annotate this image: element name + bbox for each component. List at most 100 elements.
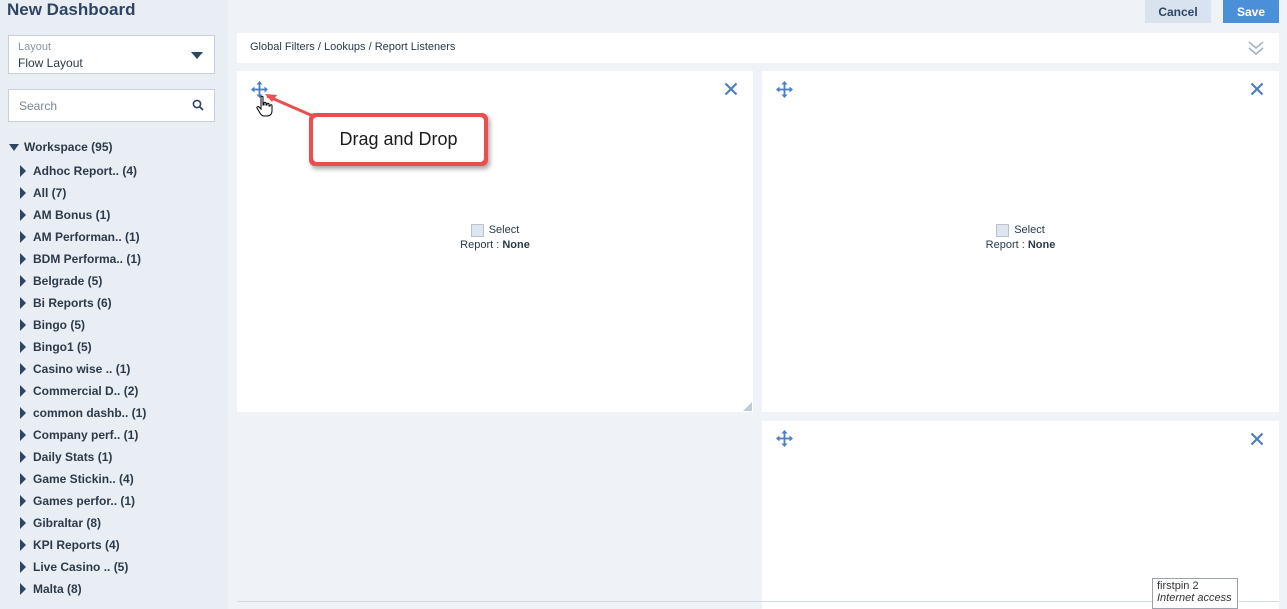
workspace-tree: Workspace (95) Adhoc Report.. (4) All (7)… bbox=[9, 138, 224, 600]
caret-right-icon[interactable] bbox=[20, 517, 26, 529]
report-value: None bbox=[1027, 239, 1056, 251]
tree-item[interactable]: Game Stickin.. (4) bbox=[9, 468, 224, 490]
tree-item-label: Bingo (5) bbox=[33, 318, 85, 332]
search-box bbox=[8, 89, 215, 122]
caret-right-icon[interactable] bbox=[20, 297, 26, 309]
select-checkbox[interactable] bbox=[470, 223, 484, 237]
tree-item[interactable]: Gibraltar (8) bbox=[9, 512, 224, 534]
layout-select-label: Layout bbox=[18, 41, 52, 53]
tree-item-label: Game Stickin.. (4) bbox=[33, 472, 134, 486]
caret-right-icon[interactable] bbox=[20, 561, 26, 573]
tree-item[interactable]: AM Performan.. (1) bbox=[9, 226, 224, 248]
save-button[interactable]: Save bbox=[1223, 0, 1279, 23]
move-icon[interactable] bbox=[776, 81, 793, 98]
pointer-cursor-icon bbox=[256, 95, 273, 117]
caret-right-icon[interactable] bbox=[20, 165, 26, 177]
tree-root-workspace[interactable]: Workspace (95) bbox=[9, 138, 224, 156]
tree-item-label: Adhoc Report.. (4) bbox=[33, 164, 137, 178]
tree-item[interactable]: Bingo1 (5) bbox=[9, 336, 224, 358]
layout-select-value: Flow Layout bbox=[18, 56, 83, 70]
caret-right-icon[interactable] bbox=[20, 363, 26, 375]
tree-item-label: KPI Reports (4) bbox=[33, 538, 120, 552]
tree-item-label: Casino wise .. (1) bbox=[33, 362, 131, 376]
select-label: Select bbox=[1014, 224, 1045, 236]
tree-item-label: BDM Performa.. (1) bbox=[33, 252, 142, 266]
tree-item[interactable]: Malta (8) bbox=[9, 578, 224, 600]
report-value: None bbox=[502, 239, 530, 251]
caret-right-icon[interactable] bbox=[20, 385, 26, 397]
tree-item-label: Bi Reports (6) bbox=[33, 296, 112, 310]
caret-right-icon[interactable] bbox=[20, 429, 26, 441]
sidebar: New Dashboard Layout Flow Layout Workspa… bbox=[0, 0, 228, 609]
search-icon[interactable] bbox=[192, 99, 204, 111]
tree-root-label: Workspace (95) bbox=[24, 140, 113, 154]
caret-right-icon[interactable] bbox=[20, 253, 26, 265]
tree-item-label: Games perfor.. (1) bbox=[33, 494, 136, 508]
tree-item[interactable]: Live Casino .. (5) bbox=[9, 556, 224, 578]
tree-item[interactable]: AM Bonus (1) bbox=[9, 204, 224, 226]
tree-item[interactable]: Casino wise .. (1) bbox=[9, 358, 224, 380]
close-icon[interactable] bbox=[1250, 82, 1264, 96]
network-tooltip: firstpin 2 Internet access bbox=[1152, 578, 1238, 609]
page-title: New Dashboard bbox=[7, 0, 136, 19]
tree-item[interactable]: Commercial D.. (2) bbox=[9, 380, 224, 402]
global-filters-text: Global Filters / Lookups / Report Listen… bbox=[250, 41, 456, 53]
select-label: Select bbox=[488, 224, 520, 236]
tree-item[interactable]: BDM Performa.. (1) bbox=[9, 248, 224, 270]
cancel-button[interactable]: Cancel bbox=[1145, 0, 1211, 23]
tooltip-line-1: firstpin 2 bbox=[1157, 580, 1199, 592]
caret-right-icon[interactable] bbox=[20, 473, 26, 485]
report-selector: Select Report : None bbox=[237, 222, 753, 251]
tree-item[interactable]: Belgrade (5) bbox=[9, 270, 224, 292]
caret-right-icon[interactable] bbox=[20, 495, 26, 507]
caret-right-icon[interactable] bbox=[20, 539, 26, 551]
tree-item-label: AM Bonus (1) bbox=[33, 208, 111, 222]
caret-right-icon[interactable] bbox=[20, 209, 26, 221]
divider bbox=[237, 601, 1279, 602]
caret-right-icon[interactable] bbox=[20, 231, 26, 243]
report-label: Report : bbox=[460, 239, 500, 251]
tree-item[interactable]: common dashb.. (1) bbox=[9, 402, 224, 424]
caret-right-icon[interactable] bbox=[20, 583, 26, 595]
tree-item-label: Commercial D.. (2) bbox=[33, 384, 139, 398]
report-label: Report : bbox=[985, 239, 1025, 251]
caret-right-icon[interactable] bbox=[20, 319, 26, 331]
caret-down-icon[interactable] bbox=[9, 143, 19, 151]
search-input[interactable] bbox=[9, 90, 189, 121]
caret-right-icon[interactable] bbox=[20, 187, 26, 199]
tree-item-label: Live Casino .. (5) bbox=[33, 560, 129, 574]
tree-item[interactable]: Games perfor.. (1) bbox=[9, 490, 224, 512]
tree-item-label: Daily Stats (1) bbox=[33, 450, 113, 464]
tree-item[interactable]: Company perf.. (1) bbox=[9, 424, 224, 446]
tree-item[interactable]: KPI Reports (4) bbox=[9, 534, 224, 556]
tree-item[interactable]: Bi Reports (6) bbox=[9, 292, 224, 314]
tree-list: Adhoc Report.. (4) All (7) AM Bonus (1) AM … bbox=[9, 160, 224, 600]
global-filters-bar[interactable]: Global Filters / Lookups / Report Listen… bbox=[237, 33, 1279, 63]
caret-right-icon[interactable] bbox=[20, 407, 26, 419]
tree-item[interactable]: Adhoc Report.. (4) bbox=[9, 160, 224, 182]
tree-item-label: Company perf.. (1) bbox=[33, 428, 139, 442]
resize-handle[interactable] bbox=[743, 402, 752, 411]
select-checkbox[interactable] bbox=[996, 223, 1010, 237]
tree-item[interactable]: All (7) bbox=[9, 182, 224, 204]
tree-item-label: common dashb.. (1) bbox=[33, 406, 147, 420]
caret-right-icon[interactable] bbox=[20, 275, 26, 287]
report-selector: Select Report : None bbox=[762, 222, 1279, 251]
tooltip-line-2: Internet access bbox=[1157, 592, 1232, 604]
double-chevron-down-icon[interactable] bbox=[1247, 39, 1265, 57]
tree-item[interactable]: Bingo (5) bbox=[9, 314, 224, 336]
tree-item-label: Gibraltar (8) bbox=[33, 516, 102, 530]
tree-item[interactable]: Daily Stats (1) bbox=[9, 446, 224, 468]
caret-right-icon[interactable] bbox=[20, 341, 26, 353]
close-icon[interactable] bbox=[724, 82, 738, 96]
layout-select[interactable]: Layout Flow Layout bbox=[8, 35, 215, 74]
tree-item-label: AM Performan.. (1) bbox=[33, 230, 140, 244]
move-icon[interactable] bbox=[776, 430, 793, 447]
caret-right-icon[interactable] bbox=[20, 451, 26, 463]
drag-drop-callout: Drag and Drop bbox=[309, 113, 488, 166]
chevron-down-icon[interactable] bbox=[191, 52, 203, 59]
tree-item-label: All (7) bbox=[33, 186, 67, 200]
tree-item-label: Malta (8) bbox=[33, 582, 82, 596]
close-icon[interactable] bbox=[1250, 432, 1264, 446]
callout-text: Drag and Drop bbox=[313, 117, 484, 162]
